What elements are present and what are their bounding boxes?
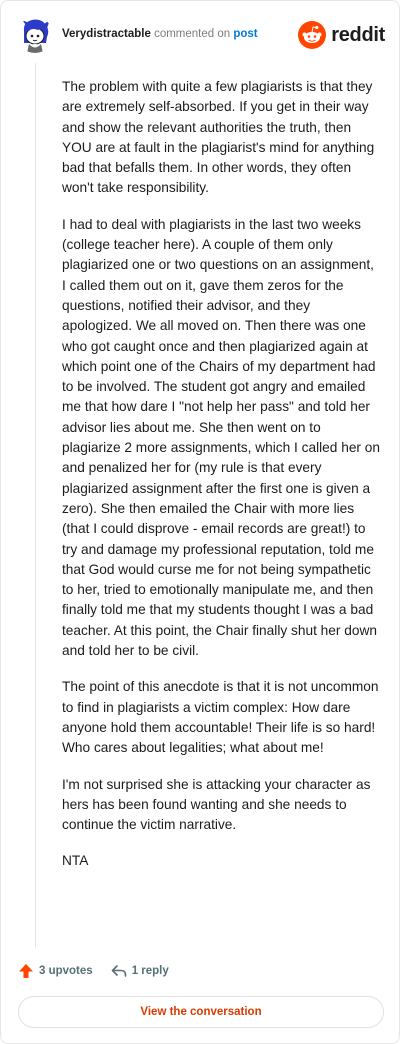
post-link[interactable]: post: [233, 28, 257, 40]
upvote-count: 3 upvotes: [39, 965, 93, 977]
commented-on-text: commented on: [154, 28, 231, 40]
upvote-button[interactable]: 3 upvotes: [18, 963, 93, 979]
comment-paragraph: The point of this anecdote is that it is…: [62, 679, 379, 756]
reddit-wordmark: reddit: [331, 23, 385, 46]
reddit-logo-icon: [298, 21, 327, 49]
comment-card: Verydistractable commented on post reddi…: [0, 0, 400, 1044]
comment-paragraph: The problem with quite a few plagiarists…: [62, 79, 375, 196]
upvote-arrow-icon: [19, 964, 33, 978]
comment-paragraph: I had to deal with plagiarists in the la…: [62, 216, 381, 659]
comment-body: The problem with quite a few plagiarists…: [62, 77, 380, 888]
comment-actions: 3 upvotes 1 reply: [18, 961, 169, 981]
reddit-brand[interactable]: reddit: [298, 20, 385, 50]
username-link[interactable]: Verydistractable: [62, 28, 151, 40]
comment-meta: Verydistractable commented on post: [62, 27, 258, 41]
snoo-avatar-icon[interactable]: [17, 17, 53, 53]
reply-button[interactable]: 1 reply: [111, 963, 169, 979]
comment-header: Verydistractable commented on post reddi…: [17, 15, 385, 55]
comment-paragraph: I'm not surprised she is attacking your …: [62, 776, 371, 833]
comment-paragraph: NTA: [62, 853, 89, 869]
reply-count: 1 reply: [131, 965, 169, 977]
view-conversation-button[interactable]: View the conversation: [18, 996, 384, 1028]
thread-line: [35, 63, 36, 947]
reply-arrow-icon: [111, 965, 126, 977]
